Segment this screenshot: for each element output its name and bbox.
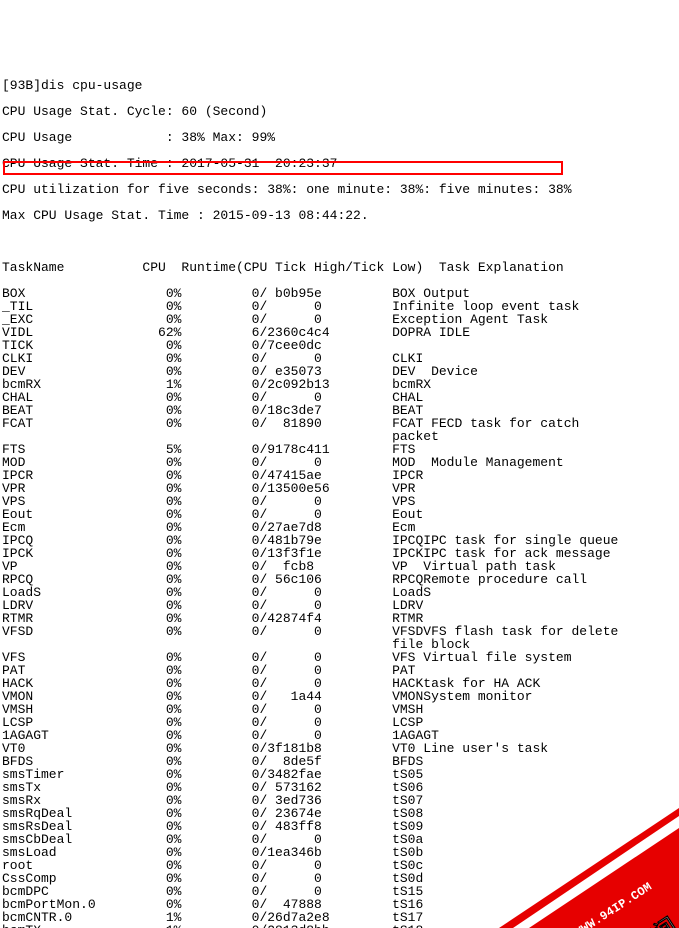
terminal-output: [93B]dis cpu-usage CPU Usage Stat. Cycle… [0,65,679,928]
stat-cycle-line: CPU Usage Stat. Cycle: 60 (Second) [2,105,677,118]
task-row: bcmTX 1% 0/2813d8bb tS18 [2,924,677,928]
prompt-line: [93B]dis cpu-usage [2,79,677,92]
max-time-line: Max CPU Usage Stat. Time : 2015-09-13 08… [2,209,677,222]
columns-header: TaskName CPU Runtime(CPU Tick High/Tick … [2,261,677,274]
task-row: bcmCNTR.0 1% 0/26d7a2e8 tS17 [2,911,677,924]
stat-time-line: CPU Usage Stat. Time : 2017-05-31 20:23:… [2,157,677,170]
blank-line [2,235,677,248]
task-table: BOX 0% 0/ b0b95e BOX Output_TIL 0% 0/ 0 … [2,287,677,928]
util-line: CPU utilization for five seconds: 38%: o… [2,183,677,196]
usage-line: CPU Usage : 38% Max: 99% [2,131,677,144]
